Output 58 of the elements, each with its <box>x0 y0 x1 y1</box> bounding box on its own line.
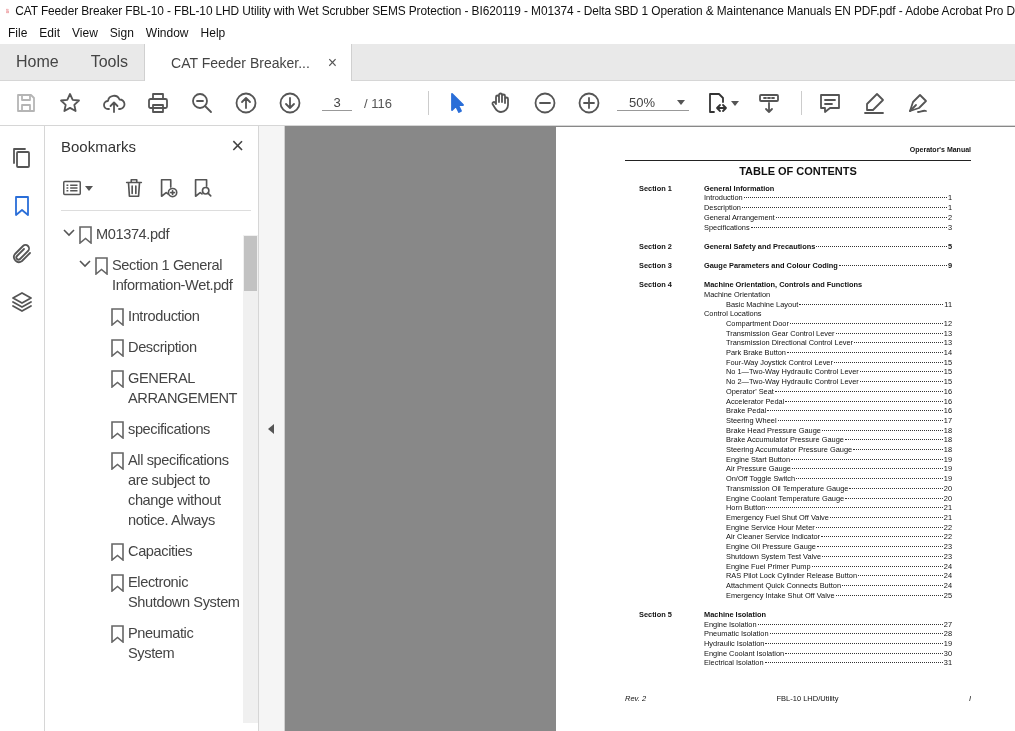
bookmark-item[interactable]: All specifications are subject to change without notice. Always <box>128 450 242 530</box>
bookmark-icon <box>111 339 124 357</box>
close-button[interactable]: × <box>231 133 244 159</box>
menu-item[interactable]: View <box>66 26 104 40</box>
scrollbar[interactable] <box>243 235 258 723</box>
bookmark-item[interactable]: M01374.pdf <box>96 224 170 244</box>
bookmark-icon <box>79 226 92 244</box>
tab[interactable]: Tools <box>74 44 145 80</box>
menu-item[interactable]: Edit <box>33 26 67 40</box>
trash-icon[interactable] <box>123 177 145 199</box>
panel-title: Bookmarks <box>61 137 137 155</box>
comment-icon[interactable] <box>817 91 842 115</box>
bookmark-item[interactable]: Pneumatic System <box>128 623 242 663</box>
bookmark-icon <box>111 308 124 326</box>
window-title: CAT Feeder Breaker FBL-10 - FBL-10 LHD Utility with Wet Scrubber SEMS Protection - BI620119 - M01374 - Delta SBD 1 Operation & Maintenance Manuals EN PDF.pdf - Adobe Acrobat Pro D <box>15 4 1015 18</box>
bookmark-item[interactable]: Capacities <box>128 541 193 561</box>
zoom-in-icon[interactable] <box>576 91 601 115</box>
document-tab[interactable]: CAT Feeder Breaker... × <box>144 44 353 81</box>
close-tab-button[interactable]: × <box>327 53 338 72</box>
bookmark-icon <box>95 257 108 275</box>
caret-icon <box>85 185 93 191</box>
bookmark-icon <box>111 421 124 439</box>
highlighter-icon[interactable] <box>861 91 886 115</box>
bookmark-item[interactable]: specifications <box>128 419 210 439</box>
search-icon[interactable] <box>190 91 214 115</box>
bookmark-icon <box>111 625 124 643</box>
caret-icon <box>730 100 739 106</box>
paperclip-icon[interactable] <box>10 242 34 266</box>
page-count: / 116 <box>364 95 392 111</box>
page-number-field[interactable]: 3 <box>322 95 352 111</box>
tab[interactable]: Home <box>0 44 75 80</box>
chevron-down-icon[interactable] <box>61 228 77 238</box>
scroll-mode-icon[interactable] <box>756 91 781 115</box>
bookmark-icon <box>111 574 124 592</box>
document-title: TABLE OF CONTENTS <box>738 163 858 178</box>
chevron-down-icon[interactable] <box>77 259 93 269</box>
caret-icon <box>676 100 685 105</box>
menu-item[interactable]: File <box>2 26 34 40</box>
arrow-up-circle-icon[interactable] <box>234 91 258 115</box>
bookmark-item[interactable]: Introduction <box>128 306 200 326</box>
scrollbar-thumb[interactable] <box>244 236 257 291</box>
print-icon[interactable] <box>146 91 170 115</box>
bookmark-item[interactable]: Electronic Shutdown System <box>128 572 242 612</box>
layers-icon[interactable] <box>10 290 34 314</box>
bookmark-icon <box>111 452 124 470</box>
menu-item[interactable]: Sign <box>103 26 140 40</box>
bookmark-icon <box>111 543 124 561</box>
menu-item[interactable]: Help <box>194 26 232 40</box>
bookmark-item[interactable]: Section 1 General Information-Wet.pdf <box>112 255 242 295</box>
zoom-out-icon[interactable] <box>532 91 557 115</box>
bookmark-icon <box>111 370 124 388</box>
menu-item[interactable]: Window <box>139 26 195 40</box>
zoom-dropdown[interactable]: 50% <box>616 95 689 111</box>
bookmark-item[interactable]: GENERAL ARRANGEMENT <box>128 368 242 408</box>
bookmark-item[interactable]: Description <box>128 337 197 357</box>
collapse-handle-icon[interactable] <box>268 423 275 434</box>
arrow-down-circle-icon[interactable] <box>278 91 302 115</box>
star-icon[interactable] <box>58 91 82 115</box>
